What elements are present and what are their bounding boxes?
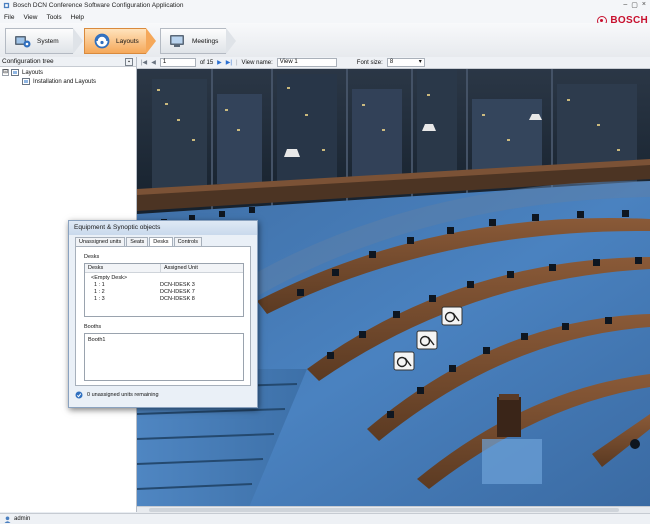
- previous-page-icon[interactable]: ◀: [151, 59, 156, 66]
- status-user: admin: [14, 516, 31, 522]
- column-desks[interactable]: Desks: [85, 264, 160, 272]
- nav-system[interactable]: System: [5, 28, 83, 54]
- remaining-units-status: 0 unassigned units remaining: [75, 391, 159, 399]
- nav-layouts[interactable]: Layouts: [84, 28, 156, 54]
- collapse-icon[interactable]: ⊟: [2, 69, 9, 76]
- menu-view[interactable]: View: [23, 14, 37, 21]
- view-name-field[interactable]: View 1: [276, 58, 337, 67]
- view-name-label: View name:: [241, 59, 273, 66]
- booths-section-label: Booths: [84, 324, 102, 330]
- user-icon: [4, 516, 11, 523]
- column-assigned-unit[interactable]: Assigned Unit: [160, 264, 243, 272]
- tab-unassigned-units[interactable]: Unassigned units: [75, 237, 126, 246]
- menu-file[interactable]: File: [4, 14, 14, 21]
- desks-tab-panel: Desks Desks Assigned Unit <Empty Desk> 1…: [75, 246, 251, 386]
- system-icon: [14, 33, 32, 49]
- desk-row[interactable]: <Empty Desk>: [85, 275, 243, 282]
- title-bar: Bosch DCN Conference Software Configurat…: [0, 0, 650, 11]
- booth-row[interactable]: Booth1: [85, 337, 243, 344]
- nav-meetings[interactable]: Meetings: [160, 28, 236, 54]
- desk-row[interactable]: 1 : 2 DCN-IDESK 7: [85, 289, 243, 296]
- desk-row[interactable]: 1 : 1 DCN-IDESK 3: [85, 282, 243, 289]
- first-page-icon[interactable]: |◀: [141, 59, 147, 66]
- meetings-icon: [169, 33, 187, 49]
- configuration-tree-header: Configuration tree ▪: [0, 57, 136, 67]
- dialog-title: Equipment & Synoptic objects: [69, 221, 257, 235]
- next-page-icon[interactable]: ▶: [217, 59, 222, 66]
- status-bar: admin: [0, 513, 650, 524]
- info-icon: [75, 391, 83, 399]
- app-icon: [3, 2, 10, 9]
- navigation-ribbon: System Layouts Meetings: [0, 23, 650, 57]
- font-size-label: Font size:: [356, 59, 383, 66]
- maximize-button[interactable]: ▢: [631, 1, 638, 9]
- page-count: of 15: [199, 59, 214, 66]
- page-number-field[interactable]: 1: [159, 58, 196, 67]
- layouts-icon: [93, 33, 111, 49]
- desk-row[interactable]: 1 : 3 DCN-IDESK 8: [85, 296, 243, 303]
- desks-section-label: Desks: [84, 254, 100, 260]
- font-size-select[interactable]: 8 ▾: [386, 58, 425, 67]
- booths-list[interactable]: Booth1: [84, 333, 244, 381]
- desks-list[interactable]: Desks Assigned Unit <Empty Desk> 1 : 1 D…: [84, 263, 244, 317]
- installation-tree-icon: [22, 78, 30, 85]
- pin-icon[interactable]: ▪: [125, 58, 133, 66]
- dropdown-arrow-icon: ▾: [418, 59, 422, 65]
- scrollbar-thumb[interactable]: [149, 508, 619, 512]
- close-button[interactable]: ×: [642, 1, 646, 9]
- tab-controls[interactable]: Controls: [173, 237, 203, 246]
- viewer-toolbar: |◀ ◀ 1 of 15 ▶ ▶| | View name: View 1 Fo…: [137, 57, 650, 69]
- desks-list-header: Desks Assigned Unit: [85, 264, 243, 273]
- equipment-synoptic-dialog: Equipment & Synoptic objects Unassigned …: [68, 220, 258, 408]
- menu-bar: File View Tools Help: [0, 11, 650, 23]
- minimize-button[interactable]: –: [623, 1, 627, 9]
- last-page-icon[interactable]: ▶|: [226, 59, 232, 66]
- tab-seats[interactable]: Seats: [126, 237, 149, 246]
- layouts-tree-icon: [11, 69, 19, 76]
- horizontal-scrollbar[interactable]: [137, 506, 650, 513]
- window-title: Bosch DCN Conference Software Configurat…: [13, 2, 184, 9]
- tree-item-layouts[interactable]: ⊟ Layouts: [0, 68, 136, 77]
- tree-item-installation[interactable]: Installation and Layouts: [0, 77, 136, 86]
- menu-tools[interactable]: Tools: [46, 14, 61, 21]
- menu-help[interactable]: Help: [71, 14, 84, 21]
